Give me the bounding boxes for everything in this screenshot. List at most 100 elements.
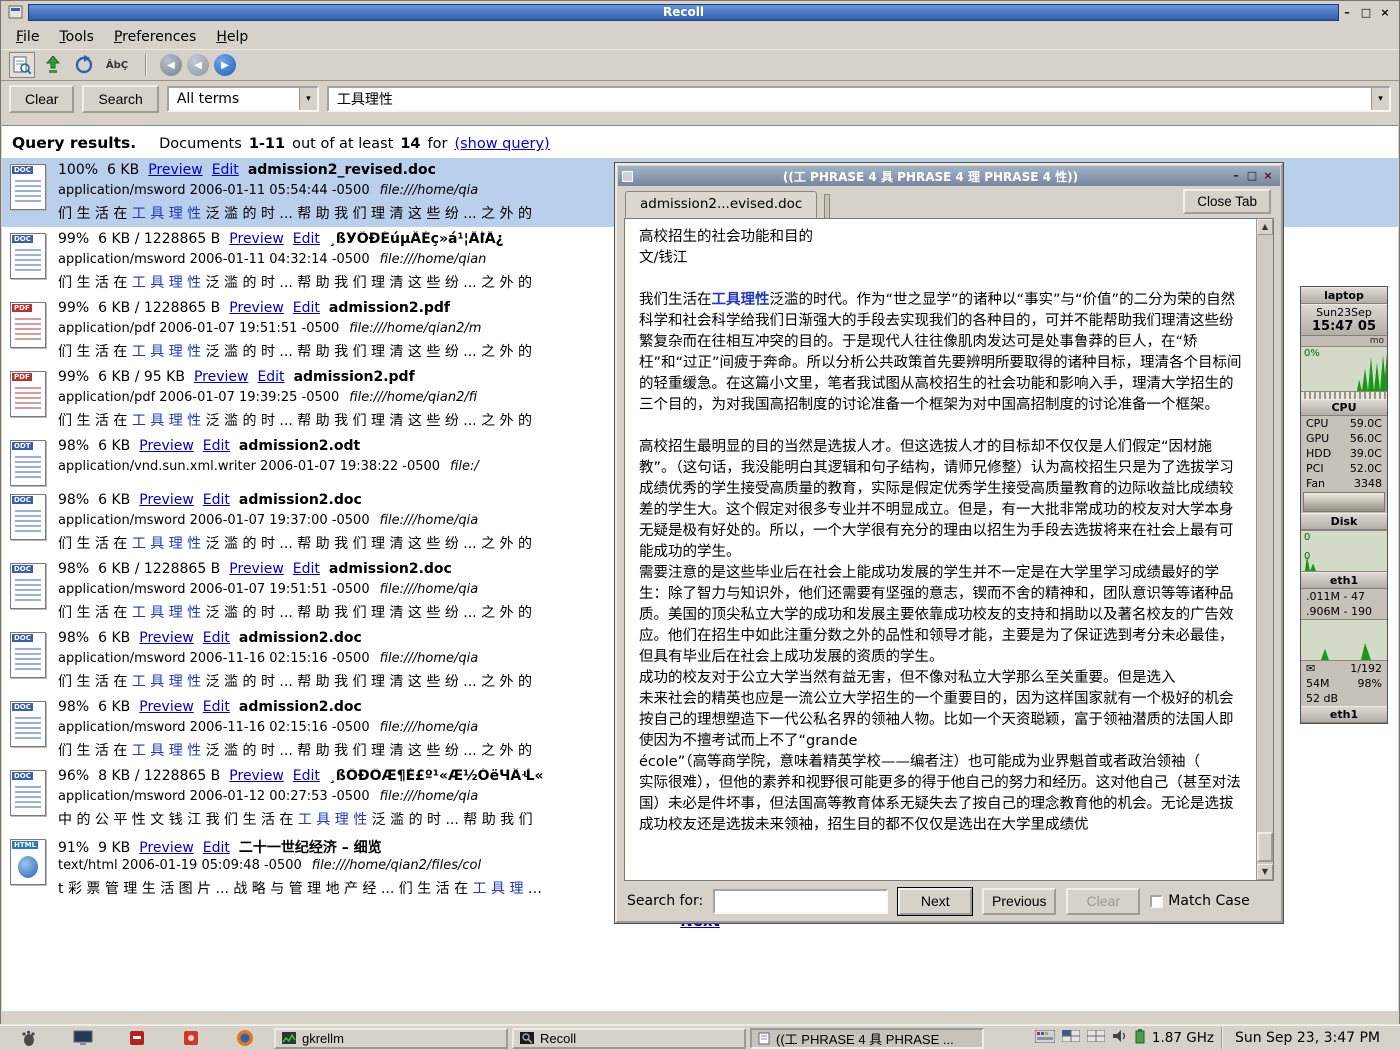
window-menu-icon[interactable] bbox=[8, 5, 23, 23]
minimize-icon[interactable]: – bbox=[1228, 168, 1244, 184]
temp-row: PCI52.0C bbox=[1301, 461, 1387, 476]
temp-row: CPU59.0C bbox=[1301, 416, 1387, 431]
preview-link[interactable]: Preview bbox=[229, 561, 284, 577]
firefox-icon[interactable] bbox=[220, 1027, 270, 1049]
volume-icon[interactable] bbox=[1112, 1029, 1128, 1047]
find-clear-button[interactable]: Clear bbox=[1066, 888, 1140, 915]
result-title: admission2.doc bbox=[239, 630, 362, 646]
find-next-button[interactable]: Next bbox=[898, 888, 972, 915]
result-url: file:///home/qia bbox=[380, 651, 479, 666]
preview-scrollbar[interactable]: ▲ ▼ bbox=[1256, 219, 1273, 880]
preview-document-area: 高校招生的社会功能和目的 文/钱江 我们生活在工具理性泛滥的时代。作为“世之显学… bbox=[624, 218, 1274, 881]
preview-link[interactable]: Preview bbox=[139, 630, 194, 646]
file-type-icon bbox=[10, 302, 46, 348]
result-mime-date: application/vnd.sun.xml.writer 2006-01-0… bbox=[58, 459, 440, 474]
close-tab-button[interactable]: Close Tab bbox=[1183, 189, 1271, 214]
maximize-icon[interactable]: □ bbox=[1358, 5, 1374, 20]
find-input[interactable] bbox=[713, 889, 888, 914]
edit-link[interactable]: Edit bbox=[203, 438, 230, 454]
scroll-up-icon[interactable]: ▲ bbox=[1257, 219, 1273, 235]
query-results-header: Query results. Documents 1-11 out of at … bbox=[2, 126, 1398, 158]
window-titlebar[interactable]: Recoll bbox=[28, 4, 1339, 21]
preview-tab[interactable]: admission2...evised.doc bbox=[625, 191, 817, 218]
edit-link[interactable]: Edit bbox=[203, 630, 230, 646]
close-icon[interactable]: × bbox=[1260, 168, 1276, 184]
gkrellm-date: Sun23Sep bbox=[1303, 306, 1385, 319]
edit-link[interactable]: Edit bbox=[203, 840, 230, 856]
sound-row: 52 dB bbox=[1301, 691, 1387, 706]
memory-percent: 98% bbox=[1358, 677, 1382, 690]
app-launcher-icon[interactable] bbox=[166, 1027, 216, 1049]
memory-row: 54M 98% bbox=[1301, 676, 1387, 691]
spellcheck-icon[interactable]: ÂbÇ bbox=[102, 60, 132, 71]
result-relevance: 98% bbox=[58, 561, 89, 577]
preview-link[interactable]: Preview bbox=[139, 438, 194, 454]
menu-tools[interactable]: Tools bbox=[50, 26, 103, 48]
taskbar-clock[interactable]: Sun Sep 23, 3:47 PM bbox=[1221, 1027, 1392, 1049]
taskbar-button-gkrellm[interactable]: gkrellm bbox=[274, 1028, 508, 1049]
show-query-link[interactable]: (show query) bbox=[454, 136, 549, 152]
edit-link[interactable]: Edit bbox=[293, 561, 320, 577]
search-input[interactable] bbox=[329, 91, 1371, 107]
terminal-launcher-icon[interactable] bbox=[58, 1027, 108, 1049]
edit-link[interactable]: Edit bbox=[203, 699, 230, 715]
edit-link[interactable]: Edit bbox=[257, 369, 284, 385]
cpu-chart: 0% bbox=[1301, 346, 1387, 392]
maximize-icon[interactable]: □ bbox=[1244, 168, 1260, 184]
preview-link[interactable]: Preview bbox=[139, 699, 194, 715]
result-mime-date: application/msword 2006-01-11 05:54:44 -… bbox=[58, 183, 370, 198]
chevron-down-icon[interactable]: ▾ bbox=[1371, 88, 1389, 110]
preview-link[interactable]: Preview bbox=[148, 162, 203, 178]
history-icon[interactable] bbox=[71, 52, 97, 78]
scrollbar-track[interactable] bbox=[1257, 235, 1273, 864]
search-for-label: Search for: bbox=[627, 893, 703, 909]
gnome-menu-icon[interactable] bbox=[4, 1027, 54, 1049]
edit-link[interactable]: Edit bbox=[293, 300, 320, 316]
first-page-icon[interactable]: ◀ bbox=[160, 54, 182, 76]
workspace-pager-icon[interactable] bbox=[1062, 1030, 1080, 1046]
mail-count: 1/192 bbox=[1350, 662, 1382, 675]
cpu-krell bbox=[1301, 392, 1387, 399]
edit-link[interactable]: Edit bbox=[293, 768, 320, 784]
result-url: file:///home/qian bbox=[380, 252, 487, 267]
find-previous-button[interactable]: Previous bbox=[982, 888, 1056, 915]
menu-help[interactable]: Help bbox=[207, 26, 257, 48]
close-icon[interactable]: × bbox=[1377, 5, 1393, 20]
disk-write-label: 0 bbox=[1304, 551, 1310, 562]
clear-button[interactable]: Clear bbox=[9, 85, 74, 113]
keyboard-layout-icon[interactable] bbox=[1035, 1030, 1055, 1047]
battery-icon[interactable] bbox=[1135, 1029, 1145, 1048]
preview-link[interactable]: Preview bbox=[229, 231, 284, 247]
memory-used: 54M bbox=[1306, 677, 1330, 690]
preview-titlebar[interactable]: ((工 PHRASE 4 具 PHRASE 4 理 PHRASE 4 性)) –… bbox=[618, 166, 1280, 186]
search-button[interactable]: Search bbox=[82, 85, 158, 113]
result-title: admission2.doc bbox=[329, 561, 452, 577]
minimize-icon[interactable]: – bbox=[1339, 5, 1355, 20]
result-size: 6 KB bbox=[98, 699, 130, 715]
scrollbar-thumb[interactable] bbox=[1257, 832, 1273, 862]
edit-link[interactable]: Edit bbox=[203, 492, 230, 508]
taskbar-button-recoll[interactable]: Recoll bbox=[512, 1028, 746, 1049]
preview-link[interactable]: Preview bbox=[139, 492, 194, 508]
previous-page-icon[interactable]: ◀ bbox=[187, 54, 209, 76]
preview-link[interactable]: Preview bbox=[139, 840, 194, 856]
search-mode-select[interactable]: All terms ▾ bbox=[167, 86, 319, 112]
preview-link[interactable]: Preview bbox=[229, 768, 284, 784]
scroll-down-icon[interactable]: ▼ bbox=[1257, 864, 1273, 880]
query-detail-icon[interactable] bbox=[9, 52, 35, 78]
preview-link[interactable]: Preview bbox=[194, 369, 249, 385]
preview-link[interactable]: Preview bbox=[229, 300, 284, 316]
term-explorer-icon[interactable] bbox=[40, 52, 66, 78]
edit-link[interactable]: Edit bbox=[293, 231, 320, 247]
chevron-down-icon[interactable]: ▾ bbox=[299, 88, 317, 110]
fan-row: Fan3348 bbox=[1301, 476, 1387, 491]
menu-preferences[interactable]: Preferences bbox=[105, 26, 205, 48]
taskbar-button-preview[interactable]: ((工 PHRASE 4 具 PHRASE ... bbox=[750, 1028, 984, 1049]
workspace-pager-icon[interactable] bbox=[1087, 1030, 1105, 1046]
next-page-icon[interactable]: ▶ bbox=[214, 54, 236, 76]
menu-file[interactable]: File bbox=[7, 26, 48, 48]
match-case-checkbox[interactable] bbox=[1150, 895, 1163, 908]
app-launcher-icon[interactable] bbox=[112, 1027, 162, 1049]
toolbar: ÂbÇ ◀ ◀ ▶ bbox=[1, 49, 1399, 81]
edit-link[interactable]: Edit bbox=[212, 162, 239, 178]
